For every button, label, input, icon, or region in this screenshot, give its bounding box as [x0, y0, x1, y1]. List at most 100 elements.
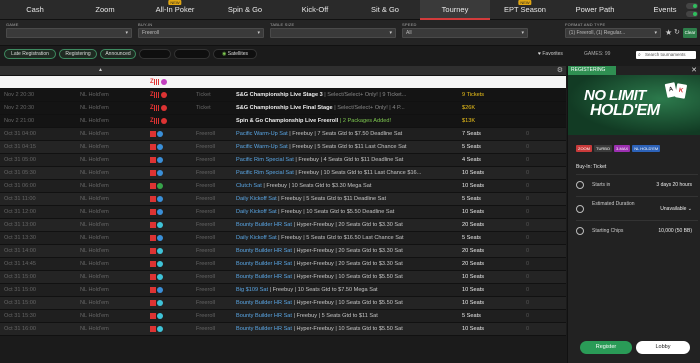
clock-icon: [576, 181, 584, 189]
table-row[interactable]: Oct 31 14:00 NL Hold'em Freeroll Bounty Bui…: [0, 245, 566, 258]
table-row[interactable]: Oct 31 12:00 NL Hold'em Freeroll Daily Kick…: [0, 206, 566, 219]
table-row[interactable]: Nov 2 21:00 NL Hold'em Z Spin & Go Champion…: [0, 115, 566, 128]
table-row[interactable]: Oct 31 11:00 NL Hold'em Freeroll Daily Kick…: [0, 193, 566, 206]
turbo-icon: [150, 287, 156, 296]
turbo-icon: [150, 170, 156, 179]
lobby-button[interactable]: Lobby: [636, 341, 690, 354]
row-name: Bounty Builder HR Sat | Hyper-Freebuy | …: [236, 271, 403, 283]
row-players: 0: [526, 131, 530, 137]
tablesize-filter-select[interactable]: ▾: [270, 28, 396, 38]
table-row[interactable]: Oct 31 13:00 NL Hold'em Freeroll Bounty Bui…: [0, 219, 566, 232]
row-name: Daily Kickoff Sat | Freebuy | 5 Seats Gt…: [236, 193, 386, 205]
tab-label: Cash: [26, 4, 44, 14]
row-game: NL Hold'em: [80, 183, 109, 189]
tournament-name: Bounty Builder HR Sat: [236, 248, 292, 254]
chip-icon: [576, 227, 584, 235]
tournament-name: Daily Kickoff Sat: [236, 235, 277, 241]
tournament-subtitle: | Hyper-Freebuy | 10 Seats Gtd to $5.50 …: [291, 326, 403, 332]
tab-sit-go[interactable]: Sit & Go: [350, 0, 420, 20]
game-filter-select[interactable]: ▾: [6, 28, 132, 38]
format-icon: [157, 209, 163, 215]
search-input[interactable]: ⌕ Search tournaments: [636, 51, 696, 59]
tab-spin-go[interactable]: Spin & Go: [210, 0, 280, 20]
chip-late-registration[interactable]: Late Registration: [4, 49, 56, 59]
chip-blank-1[interactable]: [139, 49, 171, 59]
row-players: 0: [526, 157, 530, 163]
tablesize-filter-label: TABLE SIZE: [270, 22, 295, 27]
tab-kick-off[interactable]: Kick-Off: [280, 0, 350, 20]
tournament-name: Bounty Builder HR Sat: [236, 222, 292, 228]
tournament-name: S&G Championship Live Final Stage: [236, 105, 333, 111]
tab-ept-season[interactable]: EPT Season NEW: [490, 0, 560, 20]
tournament-subtitle: | Hyper-Freebuy | 10 Seats Gtd to $5.50 …: [291, 274, 403, 280]
table-row[interactable]: Oct 31 16:00 NL Hold'em Freeroll Bounty Bui…: [0, 323, 566, 336]
format-filter-select[interactable]: (1) Freeroll, (1) Regular... ▾: [565, 28, 661, 38]
format-icon: [157, 287, 163, 293]
row-icons: Z: [150, 105, 167, 111]
format-icon: [160, 118, 167, 124]
table-row[interactable]: Oct 31 05:00 NL Hold'em Freeroll Pacific Ri…: [0, 154, 566, 167]
table-row[interactable]: Nov 2 20:30 NL Hold'em Ticket Z S&G Champion…: [0, 102, 566, 115]
favorites-toggle[interactable]: ♥ Favorites: [538, 51, 563, 57]
star-icon[interactable]: ★: [665, 28, 672, 37]
row-prize: 20 Seats: [462, 261, 485, 267]
table-row[interactable]: Oct 31 15:00 NL Hold'em Freeroll Big $109 S…: [0, 284, 566, 297]
table-row[interactable]: Oct 31 15:00 NL Hold'em Freeroll Bounty Bui…: [0, 297, 566, 310]
toggle-icon[interactable]: [686, 3, 698, 9]
row-prize: 10 Seats: [462, 274, 485, 280]
tab-tourney[interactable]: Tourney: [420, 0, 490, 20]
row-name: Bounty Builder HR Sat | Freebuy | 5 Seat…: [236, 310, 378, 322]
chip-registering[interactable]: Registering: [59, 49, 97, 59]
table-row[interactable]: Oct 31 15:00 NL Hold'em Freeroll Bounty Bui…: [0, 271, 566, 284]
row-type: Freeroll: [196, 209, 215, 215]
sort-asc-icon[interactable]: ▲: [98, 67, 103, 73]
tab-zoom[interactable]: Zoom: [70, 0, 140, 20]
table-row[interactable]: Oct 31 05:30 NL Hold'em Freeroll Pacific Ri…: [0, 167, 566, 180]
row-date: Oct 31 04:15: [4, 144, 37, 150]
register-button[interactable]: Register: [580, 341, 632, 354]
tournament-subtitle: | Freebuy | 7 Seats Gtd to $7.50 Deadlin…: [287, 131, 403, 137]
close-icon[interactable]: ✕: [691, 66, 697, 74]
tournament-name: Pacific Rim Special Sat: [236, 157, 294, 163]
chip-announced[interactable]: Announced: [100, 49, 136, 59]
table-row[interactable]: Oct 31 13:30 NL Hold'em Freeroll Daily Kick…: [0, 232, 566, 245]
chevron-down-icon: ▾: [125, 30, 128, 36]
tournament-name: Clutch Sat: [236, 183, 262, 189]
table-row[interactable]: Nov 2 20:30 NL Hold'em Ticket Z S&G Champion…: [0, 89, 566, 102]
row-type: Ticket: [196, 92, 211, 98]
format-icon: [157, 157, 163, 163]
row-prize: 5 Seats: [462, 235, 481, 241]
chip-satellites[interactable]: ◉ Satellites: [213, 49, 257, 59]
tournament-subtitle: | Freebuy | 10 Seats Gtd to $11 Last Cha…: [293, 170, 422, 176]
table-row[interactable]: Oct 31 14:45 NL Hold'em Freeroll Bounty Bui…: [0, 258, 566, 271]
starting-chips-label: Starting Chips: [592, 228, 624, 234]
speed-filter-select[interactable]: All ▾: [402, 28, 528, 38]
row-name: Bounty Builder HR Sat | Hyper-Freebuy | …: [236, 258, 403, 270]
reset-icon[interactable]: ↻: [674, 28, 680, 36]
clear-filters-button[interactable]: Clear: [683, 28, 697, 38]
buyin-filter-select[interactable]: Freeroll ▾: [138, 28, 264, 38]
table-row[interactable]: Oct 31 06:00 NL Hold'em Freeroll Clutch Sat…: [0, 180, 566, 193]
duration-label: Estimated Duration: [592, 201, 635, 207]
toggle-icon[interactable]: [686, 11, 698, 17]
tab-all-in-poker[interactable]: All-In Poker NEW: [140, 0, 210, 20]
row-icons: [150, 248, 163, 254]
table-row[interactable]: Oct 31 04:15 NL Hold'em Freeroll Pacific Wa…: [0, 141, 566, 154]
tab-power-path[interactable]: Power Path: [560, 0, 630, 20]
turbo-icon: [150, 144, 156, 153]
tab-cash[interactable]: Cash: [0, 0, 70, 20]
gear-icon[interactable]: ⚙: [557, 66, 563, 74]
table-row[interactable]: Z: [0, 76, 566, 89]
turbo-icon: [153, 118, 160, 127]
row-icons: [150, 235, 163, 241]
row-players: 0: [526, 248, 530, 254]
chip-blank-2[interactable]: [174, 49, 210, 59]
game-tag: ZOOM: [576, 145, 592, 152]
row-game: NL Hold'em: [80, 248, 109, 254]
row-icons: [150, 261, 163, 267]
duration-value[interactable]: Unavailable ⌄: [660, 206, 692, 212]
table-row[interactable]: Oct 31 04:00 NL Hold'em Freeroll Pacific Wa…: [0, 128, 566, 141]
row-date: Nov 2 20:30: [4, 92, 35, 98]
row-date: Oct 31 15:30: [4, 313, 37, 319]
table-row[interactable]: Oct 31 15:30 NL Hold'em Freeroll Bounty Bui…: [0, 310, 566, 323]
